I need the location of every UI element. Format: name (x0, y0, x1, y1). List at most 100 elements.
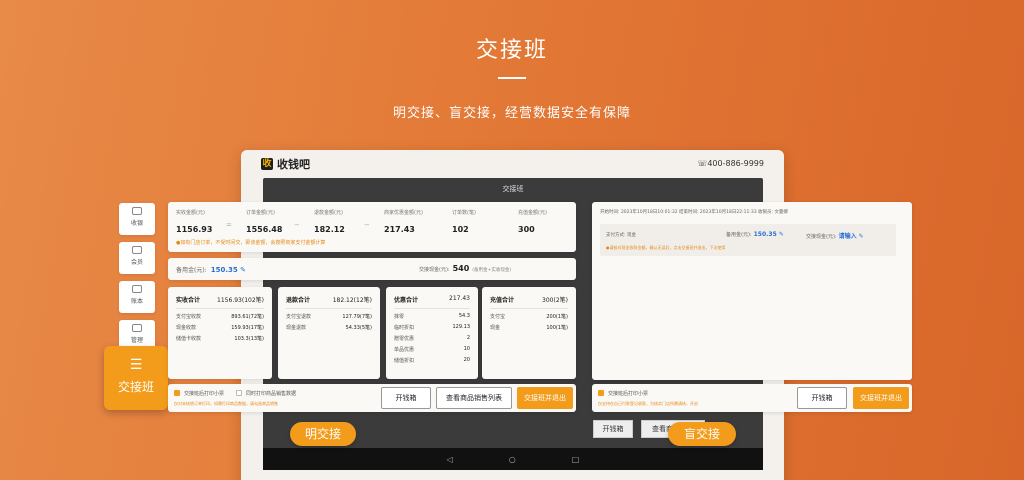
stat-title: 实收合计 (176, 297, 201, 304)
stat-title: 退款合计 (286, 297, 311, 304)
screen-title: 交接班 (502, 185, 524, 193)
sidebar-item-label: 账本 (130, 298, 143, 305)
print-receipt-checkbox[interactable] (174, 390, 180, 396)
nav-back-icon[interactable]: ◁ (447, 455, 453, 464)
handover-cash-label: 交接现金(元): (806, 234, 837, 240)
stat-row-value: 103.3(13笔) (234, 336, 264, 342)
handover-cash: 交接现金(元): 540 (备用金+实收现金) (419, 264, 511, 273)
summary-value: 1156.93 (176, 225, 213, 234)
manage-icon (132, 324, 142, 332)
sidebar-item-label: 管理 (130, 337, 143, 344)
stat-total: 182.12(12笔) (332, 297, 372, 304)
print-goods-checkbox[interactable] (236, 390, 242, 396)
petty-cash-label: 备用金(元): (726, 232, 752, 238)
nav-home-icon[interactable]: ○ (509, 455, 516, 464)
action-note: 仅支持在自己付款登记收款，为核实门店所需请核，开启 (598, 401, 698, 406)
blind-note: ●请核对现金收款金额，确认无误后，点击交接班并退出，下次使用 (606, 245, 726, 250)
stat-row-label: 支付宝 (490, 314, 506, 320)
open-drawer-button[interactable]: 开钱箱 (797, 387, 847, 409)
petty-cash-label: 备用金(元): (176, 267, 207, 274)
print-receipt-label: 交接班后打印小票 (184, 391, 225, 397)
stat-row: 现金收款 159.93(17笔) (176, 324, 264, 331)
summary-label: 订单金额(元) (246, 210, 275, 216)
summary-value: 217.43 (384, 225, 415, 234)
print-receipt-label: 交接班后打印小票 (608, 391, 649, 397)
stat-total: 1156.93(102笔) (217, 297, 264, 304)
sidebar-item-handover[interactable]: ☰ 交接班 (104, 346, 168, 410)
stat-total: 300(2笔) (542, 297, 568, 304)
stat-row-label: 支付宝收款 (176, 314, 202, 320)
handover-cash-hint: (备用金+实收现金) (472, 268, 512, 273)
summary-value: 182.12 (314, 225, 345, 234)
print-receipt-checkbox[interactable] (598, 390, 604, 396)
stat-row: 支付宝 200(1笔) (490, 313, 568, 320)
view-sales-list-button[interactable]: 查看商品销售列表 (436, 387, 512, 409)
page-subtitle: 明交接、盲交接，经营数据安全有保障 (392, 106, 631, 121)
title-divider (498, 77, 526, 79)
stat-row-value: 54.33(5笔) (345, 325, 372, 331)
open-handover-pill[interactable]: 明交接 (290, 422, 356, 446)
handover-cash-label: 交接现金(元): (419, 267, 450, 273)
cash-card: 备用金(元): 150.35 ✎ 交接现金(元): 540 (备用金+实收现金) (168, 258, 576, 280)
sidebar-item-member[interactable]: 会员 (119, 242, 155, 274)
stat-card-refund: 退款合计 182.12(12笔) 支付宝退款 127.79(7笔) 现金退款 54.3… (278, 287, 380, 379)
equals-operator: = (226, 221, 232, 229)
open-drawer-button[interactable]: 开钱箱 (381, 387, 431, 409)
stat-row-label: 现金 (490, 325, 501, 331)
stat-row-value: 159.93(17笔) (231, 325, 264, 331)
summary-value: 1556.48 (246, 225, 283, 234)
stat-row-value: 127.79(7笔) (342, 314, 372, 320)
stat-row-value: 20 (463, 357, 470, 363)
petty-cash: 备用金(元): 150.35 ✎ (726, 231, 784, 238)
handover-exit-button[interactable]: 交接班并退出 (853, 387, 909, 409)
handover-exit-button[interactable]: 交接班并退出 (517, 387, 573, 409)
summary-label: 退款金额(元) (314, 210, 343, 216)
petty-cash-value[interactable]: 150.35 ✎ (211, 266, 246, 274)
blind-handover-pill[interactable]: 盲交接 (668, 422, 736, 446)
blind-action-bar: 交接班后打印小票 仅支持在自己付款登记收款，为核实门店所需请核，开启 开钱箱 交… (592, 384, 912, 412)
stat-row: 储值卡收款 103.3(13笔) (176, 335, 264, 342)
print-goods-label: 同时打印商品销售数据 (246, 391, 297, 397)
divider (490, 308, 568, 309)
summary-refund: 退款金额(元) 182.12 (314, 209, 345, 234)
stat-row-label: 现金收款 (176, 325, 197, 331)
handover-cash: 交接现金(元): 请输入 ✎ (806, 231, 864, 240)
petty-cash: 备用金(元): 150.35 ✎ (176, 265, 246, 274)
stat-row: 单品优惠 10 (394, 346, 470, 353)
stat-row-label: 抹零 (394, 314, 405, 320)
nav-recent-icon[interactable]: □ (572, 455, 580, 464)
stat-row-value: 100(1笔) (546, 325, 568, 331)
stat-row-label: 储值折扣 (394, 358, 415, 364)
sidebar-item-ledger[interactable]: 账本 (119, 281, 155, 313)
sidebar-item-label: 收银 (130, 220, 143, 227)
summary-label: 实收金额(元) (176, 210, 205, 216)
stat-row-label: 现金退款 (286, 325, 307, 331)
shift-info: 开始时间: 2023年10月18日10:01:32 结束时间: 2023年10月… (600, 210, 788, 215)
sliders-icon: ☰ (129, 357, 143, 373)
stat-row-value: 200(1笔) (546, 314, 568, 320)
divider (394, 308, 470, 309)
stat-row-value: 893.61(72笔) (231, 314, 264, 320)
stat-row-label: 临时折扣 (394, 325, 415, 331)
sidebar-item-label: 交接班 (117, 380, 154, 394)
stat-row-value: 2 (466, 335, 470, 341)
summary-received: 实收金额(元) 1156.93 (176, 209, 212, 234)
stat-row: 临时折扣 129.13 (394, 324, 470, 331)
petty-cash-value[interactable]: 150.35 ✎ (754, 231, 784, 238)
stat-row-value: 54.3 (458, 313, 470, 319)
stat-row: 现金 100(1笔) (490, 324, 568, 331)
brand-logo-icon: 收 (261, 158, 273, 170)
stat-row: 赠零优惠 2 (394, 335, 470, 342)
stat-title: 充值合计 (490, 297, 515, 304)
summary-value: 102 (452, 225, 469, 234)
sidebar-item-cashier[interactable]: 收银 (119, 203, 155, 235)
stat-row-label: 赠零优惠 (394, 336, 415, 342)
screen-drawer-button[interactable]: 开钱箱 (593, 420, 633, 438)
page-title: 交接班 (475, 38, 548, 63)
stat-row-label: 支付宝退款 (286, 314, 312, 320)
stat-card-discount: 优惠合计 217.43 抹零 54.3 临时折扣 129.13 赠零优惠 2 单品优惠 1… (386, 287, 478, 379)
stat-title: 优惠合计 (394, 297, 419, 304)
payment-method: 支付方式: 现金 (606, 233, 636, 238)
handover-cash-input[interactable]: 请输入 ✎ (839, 233, 864, 240)
summary-label: 订单数(笔) (452, 210, 476, 216)
